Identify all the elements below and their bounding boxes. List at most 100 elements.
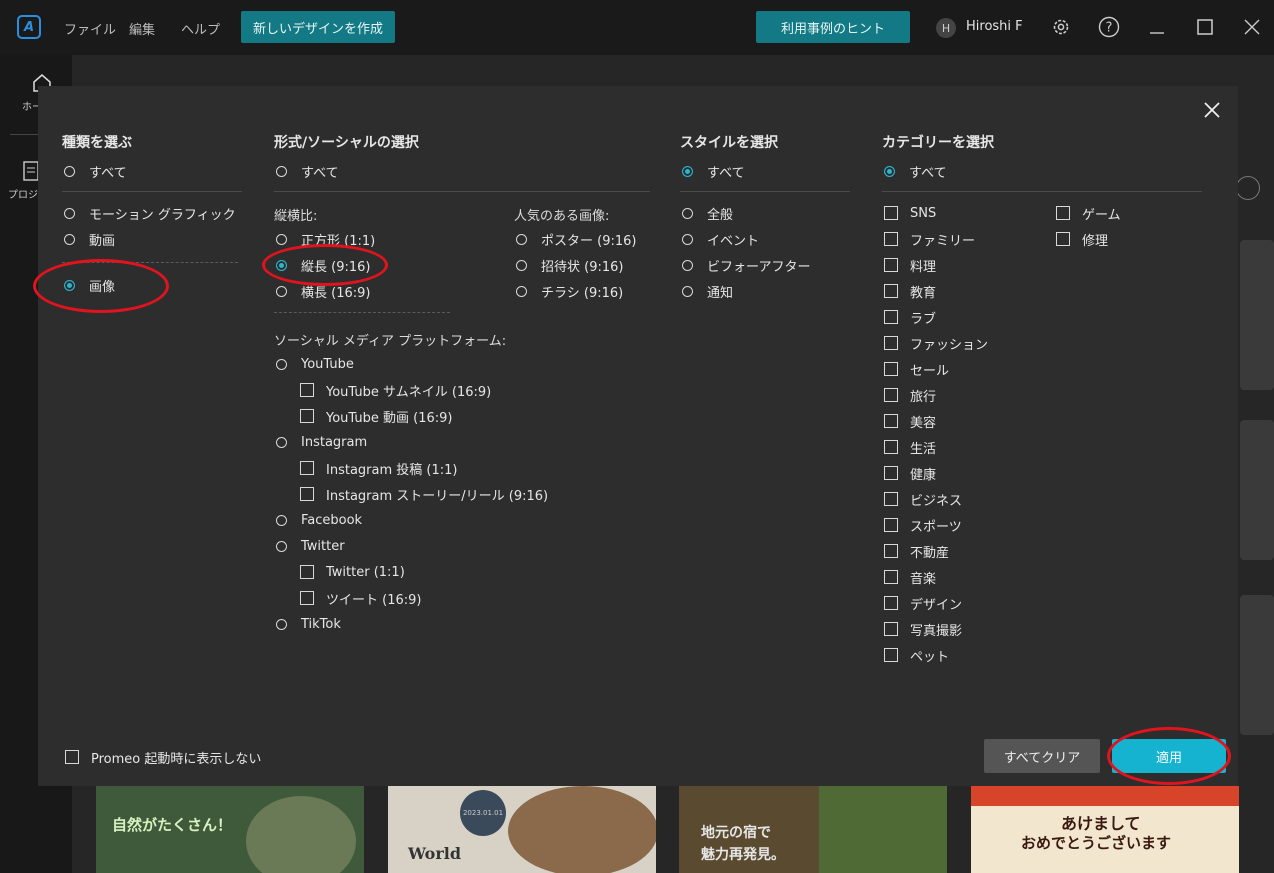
radio-icon xyxy=(276,233,287,245)
usage-hints-button[interactable]: 利用事例のヒント xyxy=(756,11,910,43)
category-checkbox[interactable]: ファッション xyxy=(884,333,988,353)
aspect-ratio-title: 縦横比: xyxy=(274,209,318,224)
radio-icon xyxy=(276,436,287,448)
category-checkbox[interactable]: ビジネス xyxy=(884,489,962,509)
social-tiktok-radio[interactable]: TikTok xyxy=(276,614,341,634)
menu-help[interactable]: ヘルプ xyxy=(181,19,220,38)
format-all-radio[interactable]: すべて xyxy=(276,161,339,181)
youtube-thumbnail-checkbox[interactable]: YouTube サムネイル (16:9) xyxy=(300,380,491,400)
category-checkbox[interactable]: デザイン xyxy=(884,593,962,613)
radio-icon xyxy=(64,233,75,245)
nav-project-label: プロジ xyxy=(8,190,38,201)
user-name[interactable]: Hiroshi F xyxy=(966,19,1023,34)
category-checkbox[interactable]: 修理 xyxy=(1056,229,1108,249)
aspect-portrait-radio[interactable]: 縦長 (9:16) xyxy=(276,255,370,275)
social-instagram-radio[interactable]: Instagram xyxy=(276,432,367,452)
card-text: 魅力再発見。 xyxy=(701,847,785,863)
category-checkbox[interactable]: 旅行 xyxy=(884,385,936,405)
category-label: セール xyxy=(910,363,950,379)
instagram-story-checkbox[interactable]: Instagram ストーリー/リール (9:16) xyxy=(300,484,548,504)
type-all-radio[interactable]: すべて xyxy=(64,161,127,181)
radio-icon xyxy=(276,358,287,370)
checkbox-icon xyxy=(300,409,314,423)
divider xyxy=(882,191,1202,192)
instagram-post-checkbox[interactable]: Instagram 投稿 (1:1) xyxy=(300,458,457,478)
checkbox-icon xyxy=(884,258,898,272)
category-checkbox[interactable]: スポーツ xyxy=(884,515,962,535)
apply-button[interactable]: 適用 xyxy=(1112,739,1226,773)
tweet-checkbox[interactable]: ツイート (16:9) xyxy=(300,588,421,608)
social-youtube-radio[interactable]: YouTube xyxy=(276,354,354,374)
social-platform-title: ソーシャル メディア プラットフォーム: xyxy=(274,334,507,349)
twitter-square-checkbox[interactable]: Twitter (1:1) xyxy=(300,562,405,582)
category-checkbox[interactable]: ラブ xyxy=(884,307,936,327)
category-label: ファッション xyxy=(910,337,989,353)
checkbox-icon xyxy=(1056,206,1070,220)
checkbox-icon xyxy=(884,596,898,610)
category-checkbox[interactable]: 健康 xyxy=(884,463,936,483)
category-checkbox[interactable]: 生活 xyxy=(884,437,936,457)
radio-icon xyxy=(516,259,527,271)
checkbox-icon xyxy=(884,518,898,532)
aspect-square-radio[interactable]: 正方形 (1:1) xyxy=(276,229,375,249)
category-checkbox[interactable]: セール xyxy=(884,359,949,379)
close-icon[interactable] xyxy=(1200,98,1224,122)
style-before-after-radio[interactable]: ビフォーアフター xyxy=(682,255,810,275)
category-checkbox[interactable]: 写真撮影 xyxy=(884,619,962,639)
category-checkbox[interactable]: 料理 xyxy=(884,255,936,275)
social-facebook-radio[interactable]: Facebook xyxy=(276,510,362,530)
avatar[interactable]: H xyxy=(936,18,956,38)
radio-selected-icon xyxy=(276,259,287,271)
divider xyxy=(680,191,850,192)
new-design-button[interactable]: 新しいデザインを作成 xyxy=(241,11,395,43)
style-notice-radio[interactable]: 通知 xyxy=(682,281,733,301)
maximize-icon[interactable] xyxy=(1193,15,1217,39)
social-twitter-radio[interactable]: Twitter xyxy=(276,536,345,556)
card-text: おめでとうございます xyxy=(1021,834,1172,852)
category-checkbox[interactable]: ペット xyxy=(884,645,949,665)
category-checkbox[interactable]: 不動産 xyxy=(884,541,949,561)
divider xyxy=(62,191,242,192)
dont-show-on-startup-checkbox[interactable]: Promeo 起動時に表示しない xyxy=(65,747,261,767)
popular-flyer-radio[interactable]: チラシ (9:16) xyxy=(516,281,623,301)
category-checkbox[interactable]: 音楽 xyxy=(884,567,936,587)
gear-icon[interactable] xyxy=(1049,15,1073,39)
style-all-radio[interactable]: すべて xyxy=(682,161,745,181)
popular-poster-radio[interactable]: ポスター (9:16) xyxy=(516,229,636,249)
category-label: スポーツ xyxy=(910,519,962,535)
aspect-landscape-radio[interactable]: 横長 (16:9) xyxy=(276,281,370,301)
style-event-radio[interactable]: イベント xyxy=(682,229,759,249)
radio-selected-icon xyxy=(884,165,895,177)
checkbox-icon xyxy=(300,383,314,397)
popular-invitation-radio[interactable]: 招待状 (9:16) xyxy=(516,255,623,275)
bg-template-card[interactable]: あけまして おめでとうございます xyxy=(971,786,1239,873)
category-checkbox[interactable]: 美容 xyxy=(884,411,936,431)
close-window-icon[interactable] xyxy=(1240,15,1264,39)
menu-file[interactable]: ファイル xyxy=(64,19,116,38)
category-label: 健康 xyxy=(910,467,937,483)
category-all-radio[interactable]: すべて xyxy=(884,161,947,181)
carousel-next-icon[interactable] xyxy=(1236,176,1260,200)
help-icon[interactable]: ? xyxy=(1097,15,1121,39)
category-checkbox[interactable]: SNS xyxy=(884,203,936,223)
type-motion-radio[interactable]: モーション グラフィック xyxy=(64,203,236,223)
radio-icon xyxy=(682,259,693,271)
popular-images-title: 人気のある画像: xyxy=(514,209,610,224)
bg-template-card[interactable]: World 2023.01.01 xyxy=(388,786,656,873)
checkbox-icon xyxy=(300,565,314,579)
style-general-radio[interactable]: 全般 xyxy=(682,203,733,223)
radio-icon xyxy=(276,514,287,526)
menu-edit[interactable]: 編集 xyxy=(129,19,155,38)
type-video-radio[interactable]: 動画 xyxy=(64,229,115,249)
type-image-radio[interactable]: 画像 xyxy=(64,275,115,295)
category-checkbox[interactable]: 教育 xyxy=(884,281,936,301)
youtube-video-checkbox[interactable]: YouTube 動画 (16:9) xyxy=(300,406,452,426)
category-checkbox[interactable]: ファミリー xyxy=(884,229,975,249)
clear-all-button[interactable]: すべてクリア xyxy=(984,739,1100,773)
category-label: ラブ xyxy=(910,311,937,327)
bg-template-card[interactable]: 地元の宿で 魅力再発見。 xyxy=(679,786,947,873)
title-bar: A ファイル 編集 ヘルプ 新しいデザインを作成 利用事例のヒント H Hiro… xyxy=(0,0,1274,55)
minimize-icon[interactable] xyxy=(1145,15,1169,39)
bg-template-card[interactable]: 自然がたくさん！ xyxy=(96,786,364,873)
category-checkbox[interactable]: ゲーム xyxy=(1056,203,1121,223)
